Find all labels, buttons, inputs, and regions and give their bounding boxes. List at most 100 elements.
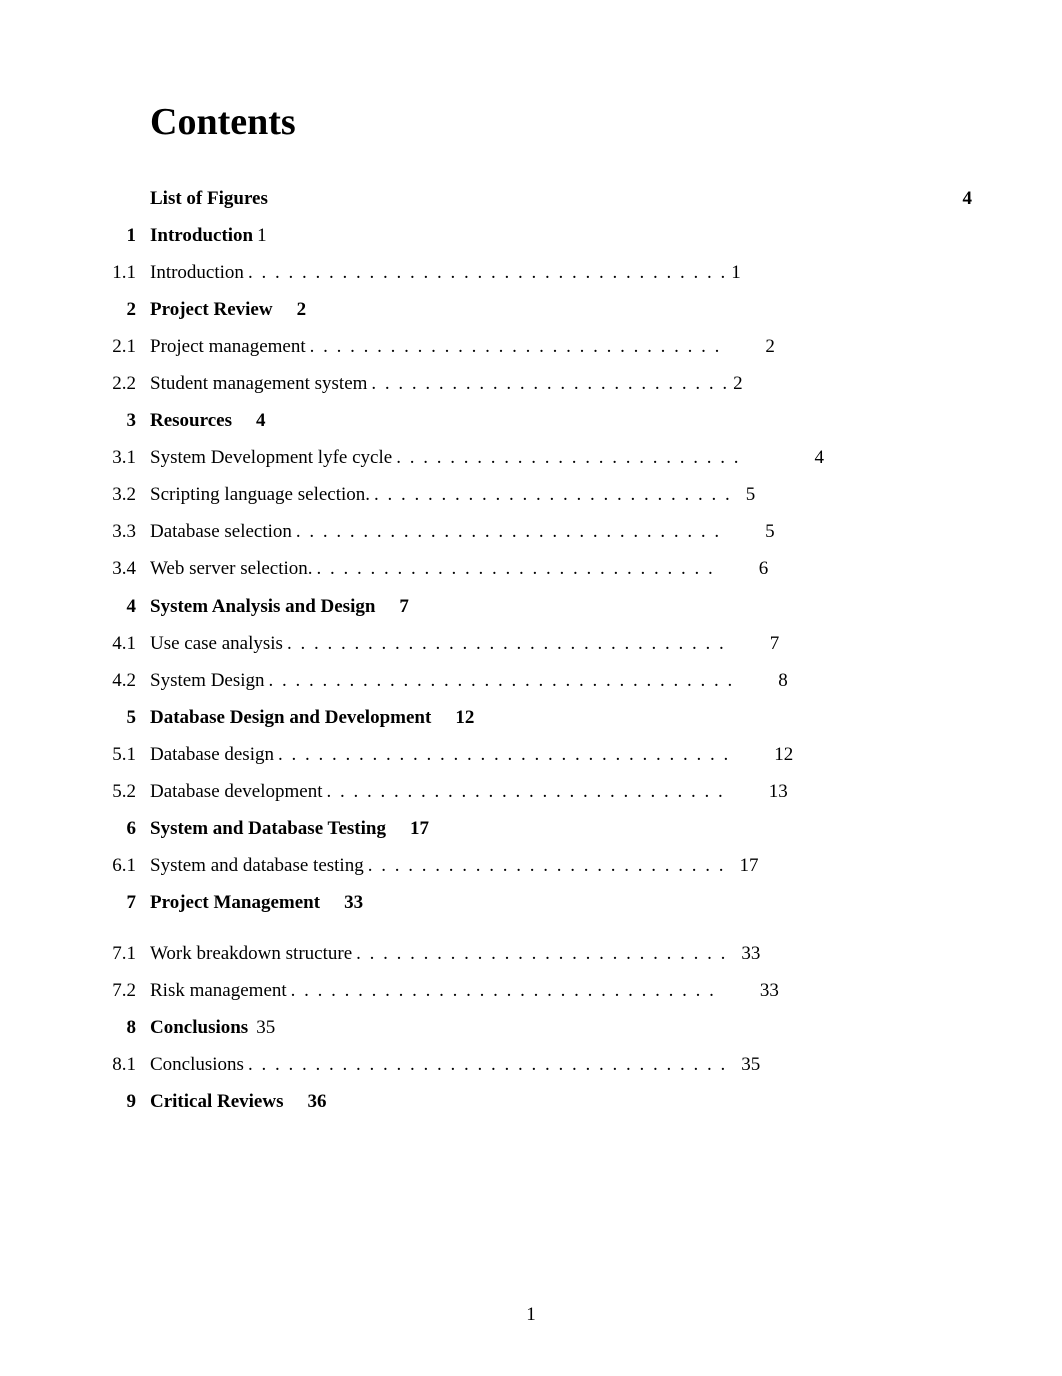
leader-dots: . . . . . . . . . . . . . . . . . . . . … — [287, 625, 726, 662]
leader-dots: . . . . . . . . . . . . . . . . . . . . … — [310, 328, 722, 365]
entry-page: 2 — [297, 291, 307, 328]
entry-label: Work breakdown structure — [150, 935, 352, 972]
entry-page: 2 — [733, 365, 743, 402]
entry-page: 1 — [257, 217, 267, 254]
entry-number: 5.2 — [90, 773, 150, 810]
toc-section-entry: 1.1Introduction . . . . . . . . . . . . … — [90, 254, 972, 291]
leader-dots: . . . . . . . . . . . . . . . . . . . . … — [374, 476, 732, 513]
entry-number: 3.2 — [90, 476, 150, 513]
entry-page: 8 — [778, 662, 788, 699]
entry-label: Project management — [150, 328, 306, 365]
toc-section-entry: 3.4Web server selection. . . . . . . . .… — [90, 550, 972, 587]
toc-section-entry: 2.2Student management system . . . . . .… — [90, 365, 972, 402]
entry-label: Project Review — [150, 291, 273, 328]
entry-number: 8.1 — [90, 1046, 150, 1083]
entry-label: Critical Reviews — [150, 1083, 283, 1120]
entry-page: 12 — [455, 699, 474, 736]
leader-dots: . . . . . . . . . . . . . . . . . . . . … — [396, 439, 740, 476]
entry-page: 35 — [741, 1046, 760, 1083]
entry-number: 7 — [90, 884, 150, 921]
entry-label: Conclusions — [150, 1046, 244, 1083]
entry-label: System Development lyfe cycle — [150, 439, 392, 476]
entry-label: Risk management — [150, 972, 287, 1009]
entry-page: 33 — [760, 972, 779, 1009]
leader-dots: . . . . . . . . . . . . . . . . . . . . … — [368, 847, 726, 884]
entry-page: 4 — [963, 180, 973, 217]
entry-number: 1.1 — [90, 254, 150, 291]
entry-page: 7 — [399, 588, 409, 625]
entry-label: Introduction — [150, 254, 244, 291]
toc-chapter-entry: 2Project Review2 — [90, 291, 972, 328]
toc-chapter-entry: 9Critical Reviews 36 — [90, 1083, 972, 1120]
entry-number: 2.1 — [90, 328, 150, 365]
entry-page: 5 — [765, 513, 775, 550]
toc-chapter-entry: 1Introduction 1 — [90, 217, 972, 254]
toc-section-entry: 4.2System Design . . . . . . . . . . . .… — [90, 662, 972, 699]
toc-chapter-entry: 7Project Management33 — [90, 884, 972, 921]
entry-number: 6 — [90, 810, 150, 847]
entry-number: 2.2 — [90, 365, 150, 402]
entry-label: Database development — [150, 773, 323, 810]
toc-section-entry: 7.1Work breakdown structure . . . . . . … — [90, 935, 972, 972]
entry-page: 4 — [814, 439, 824, 476]
entry-number: 2 — [90, 291, 150, 328]
toc-section-entry: 5.1Database design . . . . . . . . . . .… — [90, 736, 972, 773]
entry-number: 3.1 — [90, 439, 150, 476]
table-of-contents: List of Figures 4 1Introduction 11.1Intr… — [90, 180, 972, 1120]
entry-label: Conclusions — [150, 1009, 248, 1046]
entry-number: 5 — [90, 699, 150, 736]
entry-label: Web server selection. — [150, 550, 313, 587]
entry-label: Resources — [150, 402, 232, 439]
entry-page: 17 — [739, 847, 758, 884]
entry-label: System and database testing — [150, 847, 364, 884]
entry-label: Scripting language selection. — [150, 476, 370, 513]
entry-number: 9 — [90, 1083, 150, 1120]
toc-section-entry: 3.2Scripting language selection. . . . .… — [90, 476, 972, 513]
entry-label: System Design — [150, 662, 265, 699]
entry-label: System and Database Testing — [150, 810, 386, 847]
toc-section-entry: 2.1Project management . . . . . . . . . … — [90, 328, 972, 365]
toc-chapter-entry: 8Conclusions 35 — [90, 1009, 972, 1046]
entry-number: 6.1 — [90, 847, 150, 884]
entry-number: 5.1 — [90, 736, 150, 773]
entry-number: 7.2 — [90, 972, 150, 1009]
toc-chapter-entry: 5Database Design and Development 12 — [90, 699, 972, 736]
leader-dots: . . . . . . . . . . . . . . . . . . . . … — [371, 365, 729, 402]
entry-page: 36 — [307, 1083, 326, 1120]
leader-dots: . . . . . . . . . . . . . . . . . . . . … — [278, 736, 730, 773]
entry-number: 7.1 — [90, 935, 150, 972]
entry-page: 33 — [741, 935, 760, 972]
entry-page: 4 — [256, 402, 266, 439]
entry-number: 3.3 — [90, 513, 150, 550]
entry-label: Student management system — [150, 365, 367, 402]
entry-label: Database Design and Development — [150, 699, 431, 736]
toc-section-entry: 5.2Database development . . . . . . . . … — [90, 773, 972, 810]
toc-chapter-entry: 3Resources 4 — [90, 402, 972, 439]
entry-label: System Analysis and Design — [150, 588, 375, 625]
leader-dots: . . . . . . . . . . . . . . . . . . . . … — [327, 773, 725, 810]
entry-page: 12 — [774, 736, 793, 773]
page-number: 1 — [526, 1304, 536, 1326]
leader-dots: . . . . . . . . . . . . . . . . . . . . … — [269, 662, 735, 699]
entry-number: 4.2 — [90, 662, 150, 699]
entry-label: Database design — [150, 736, 274, 773]
toc-section-entry: 7.2Risk management . . . . . . . . . . .… — [90, 972, 972, 1009]
leader-dots: . . . . . . . . . . . . . . . . . . . . … — [248, 254, 727, 291]
entry-number: 4 — [90, 588, 150, 625]
toc-chapter-entry: 6System and Database Testing 17 — [90, 810, 972, 847]
entry-number: 3.4 — [90, 550, 150, 587]
toc-section-entry: 6.1System and database testing . . . . .… — [90, 847, 972, 884]
leader-dots: . . . . . . . . . . . . . . . . . . . . … — [248, 1046, 727, 1083]
entry-page: 17 — [410, 810, 429, 847]
entry-page: 2 — [765, 328, 775, 365]
entry-number: 3 — [90, 402, 150, 439]
entry-number: 4.1 — [90, 625, 150, 662]
entry-number: 1 — [90, 217, 150, 254]
entry-page: 13 — [769, 773, 788, 810]
toc-section-entry: 8.1Conclusions . . . . . . . . . . . . .… — [90, 1046, 972, 1083]
entry-page: 33 — [344, 884, 363, 921]
entry-page: 5 — [746, 476, 756, 513]
leader-dots: . . . . . . . . . . . . . . . . . . . . … — [356, 935, 727, 972]
entry-number: 8 — [90, 1009, 150, 1046]
entry-label: Use case analysis — [150, 625, 283, 662]
